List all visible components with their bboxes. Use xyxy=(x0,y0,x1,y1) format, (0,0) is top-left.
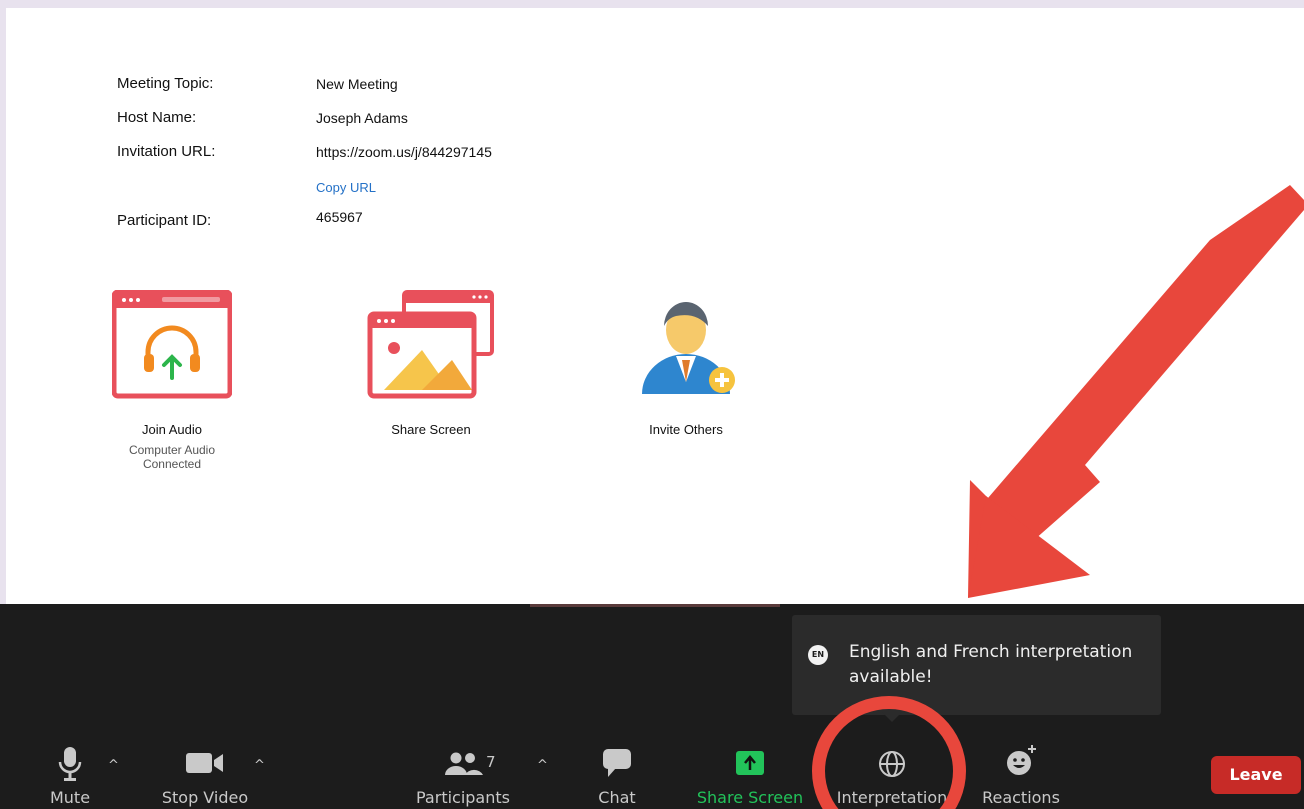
meeting-topic-value: New Meeting xyxy=(316,76,398,92)
invite-others-button[interactable]: Invite Others xyxy=(626,290,746,437)
leave-button[interactable]: Leave xyxy=(1211,756,1301,794)
mute-button[interactable]: Mute xyxy=(30,744,110,809)
invite-others-label: Invite Others xyxy=(649,422,723,437)
share-screen-action-label: Share Screen xyxy=(391,422,471,437)
stop-video-button[interactable]: Stop Video xyxy=(150,744,260,809)
reactions-label: Reactions xyxy=(982,788,1060,807)
invite-person-icon xyxy=(626,290,746,400)
meeting-toolbar: EN English and French interpretation ava… xyxy=(0,604,1304,809)
participants-label: Participants xyxy=(416,788,510,807)
participant-id-value: 465967 xyxy=(316,209,363,225)
microphone-icon xyxy=(57,746,83,787)
share-screen-arrow-icon xyxy=(735,750,765,781)
tooltip-message: English and French interpretation availa… xyxy=(849,642,1133,687)
participants-button[interactable]: 7 Participants xyxy=(408,744,518,809)
video-options-caret[interactable]: ^ xyxy=(254,758,265,773)
host-name-value: Joseph Adams xyxy=(316,110,408,126)
stop-video-label: Stop Video xyxy=(161,788,249,807)
participants-count: 7 xyxy=(486,753,496,771)
chat-button[interactable]: Chat xyxy=(585,744,649,809)
mute-label: Mute xyxy=(49,788,91,807)
join-audio-status: Computer Audio Connected xyxy=(128,443,216,471)
video-camera-icon xyxy=(185,752,225,779)
share-screen-window-icon xyxy=(366,290,496,400)
participants-icon xyxy=(443,752,483,781)
chat-bubble-icon xyxy=(602,748,632,783)
reactions-button[interactable]: Reactions xyxy=(976,744,1066,809)
meeting-topic-label: Meeting Topic: xyxy=(117,75,214,92)
share-screen-button[interactable]: Share Screen xyxy=(692,744,808,809)
audio-options-caret[interactable]: ^ xyxy=(108,758,119,773)
annotation-arrow-icon xyxy=(968,185,1304,598)
en-language-icon: EN xyxy=(808,645,828,665)
smiley-plus-icon xyxy=(1004,744,1038,783)
join-audio-label: Join Audio xyxy=(142,422,202,437)
invitation-url-label: Invitation URL: xyxy=(117,143,216,160)
share-screen-label: Share Screen xyxy=(696,788,804,807)
join-audio-button[interactable]: Join Audio Computer Audio Connected xyxy=(110,289,234,471)
headphone-window-icon xyxy=(111,289,233,400)
share-screen-action[interactable]: Share Screen xyxy=(366,290,496,437)
host-name-label: Host Name: xyxy=(117,109,197,126)
participants-options-caret[interactable]: ^ xyxy=(537,758,548,773)
copy-url-link[interactable]: Copy URL xyxy=(316,180,376,195)
invitation-url-value: https://zoom.us/j/844297145 xyxy=(316,144,492,160)
participant-id-label: Participant ID: xyxy=(117,212,212,229)
chat-label: Chat xyxy=(598,788,636,807)
toolbar-divider xyxy=(530,604,780,607)
